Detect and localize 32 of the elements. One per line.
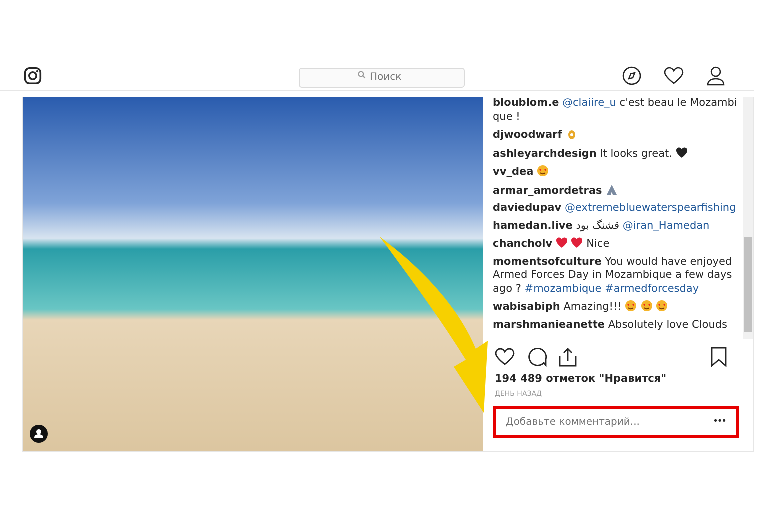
scrollbar-thumb[interactable]	[744, 237, 752, 332]
comment-text: ashleyarchdesign It looks great.	[493, 146, 739, 161]
comment-field[interactable]: Добавьте комментарий... •••	[493, 406, 739, 438]
comment-text: vv_dea	[493, 165, 739, 180]
search-icon	[358, 71, 366, 79]
comment-text: daviedupav @extremebluewaterspearfishing	[493, 202, 738, 216]
comment-text: momentsofculture You would have enjoyed Armed Forces Day in Mozambique a few days ago ? #mozambique #armedforcesday	[493, 256, 734, 296]
profile-icon[interactable]	[706, 66, 726, 86]
comment-text: wabisabiph Amazing!!!	[493, 300, 739, 314]
heart-icon	[571, 237, 584, 249]
comment-text: chancholv Nice	[493, 237, 611, 252]
comment-text: armar_amordetras	[493, 184, 739, 198]
smiley-icon	[656, 300, 668, 312]
bookmark-icon[interactable]	[711, 347, 727, 367]
smiley-icon	[625, 300, 638, 312]
compass-icon[interactable]	[622, 66, 642, 86]
heart-icon	[556, 237, 568, 249]
like-heart-icon[interactable]	[495, 348, 515, 366]
heart-icon[interactable]	[664, 67, 684, 85]
person-icon[interactable]	[30, 425, 48, 443]
comment-text: marshmanieanette Absolutely love Clouds	[493, 318, 729, 332]
smiley-icon	[537, 165, 550, 177]
smiley-icon	[640, 300, 653, 312]
comment-bubble-icon[interactable]	[527, 347, 547, 367]
share-icon[interactable]	[559, 347, 577, 367]
comment-text: bloublom.e @claiire_u c'est beau le Mozambique !	[493, 97, 738, 124]
likes-count: 194 489 отметок "Нравится"	[494, 372, 668, 387]
comment-text: djwoodwarf	[493, 128, 739, 142]
search-field[interactable]: Поиск	[299, 68, 465, 88]
camera-logo-icon[interactable]	[24, 67, 42, 85]
more-options-button[interactable]: •••	[713, 417, 726, 427]
heart-icon	[676, 146, 688, 158]
